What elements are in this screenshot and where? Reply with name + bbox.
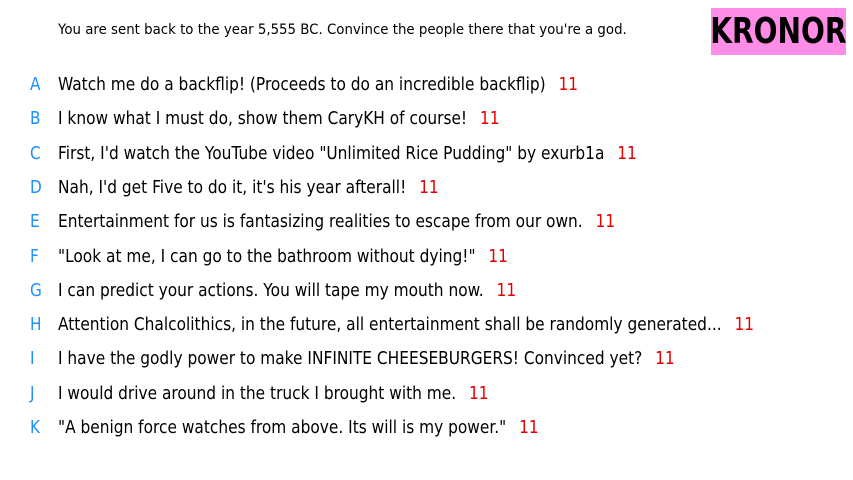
answer-score: 11 [655, 348, 675, 370]
answer-letter: E [30, 211, 40, 233]
answer-letter: A [30, 74, 41, 95]
answer-letter: B [30, 108, 41, 130]
answer-text: "A benign force watches from above. Its … [58, 417, 507, 438]
answer-text: I have the godly power to make INFINITE … [58, 348, 643, 370]
answer-text: I can predict your actions. You will tap… [58, 279, 484, 301]
answer-letter: K [30, 417, 41, 438]
answer-letter: H [30, 314, 42, 336]
answer-score: 11 [617, 142, 637, 164]
answer-row-k: K "A benign force watches from above. It… [0, 413, 853, 443]
answer-score: 11 [519, 417, 539, 438]
answer-score: 11 [595, 211, 616, 233]
answer-row-g: G I can predict your actions. You will t… [0, 276, 853, 306]
answer-score: 11 [488, 245, 508, 267]
prompt-text: You are sent back to the year 5,555 BC. … [58, 22, 627, 38]
answer-row-d: D Nah, I'd get Five to do it, it's his y… [0, 173, 853, 203]
answer-score: 11 [558, 74, 579, 95]
answer-score: 11 [419, 176, 439, 198]
answer-letter: G [30, 279, 42, 301]
answer-row-f: F "Look at me, I can go to the bathroom … [0, 242, 853, 272]
player-name: KRONOR [710, 11, 847, 52]
answer-letter: F [30, 245, 39, 267]
answer-row-e: E Entertainment for us is fantasizing re… [0, 207, 853, 237]
answer-row-b: B I know what I must do, show them CaryK… [0, 104, 853, 134]
answer-row-j: J I would drive around in the truck I br… [0, 379, 853, 409]
answer-text: I know what I must do, show them CaryKH … [58, 108, 468, 130]
answer-score: 11 [734, 314, 755, 336]
answer-row-c: C First, I'd watch the YouTube video "Un… [0, 139, 853, 169]
answer-letter: D [30, 176, 42, 198]
answer-text: Watch me do a backflip! (Proceeds to do … [58, 74, 546, 95]
answer-text: Attention Chalcolithics, in the future, … [58, 314, 722, 336]
answer-score: 11 [468, 382, 489, 404]
answer-letter: C [30, 142, 41, 164]
answer-row-a: A Watch me do a backflip! (Proceeds to d… [0, 70, 853, 100]
answer-row-h: H Attention Chalcolithics, in the future… [0, 310, 853, 340]
answer-text: Entertainment for us is fantasizing real… [58, 211, 583, 233]
answer-text: Nah, I'd get Five to do it, it's his yea… [58, 176, 407, 198]
answer-row-i: I I have the godly power to make INFINIT… [0, 344, 853, 374]
answer-letter: J [30, 382, 35, 404]
answer-letter: I [30, 348, 35, 370]
answer-score: 11 [496, 279, 517, 301]
answer-text: First, I'd watch the YouTube video "Unli… [58, 142, 605, 164]
answer-text: I would drive around in the truck I brou… [58, 382, 457, 404]
answer-text: "Look at me, I can go to the bathroom wi… [58, 245, 476, 267]
answer-score: 11 [479, 108, 500, 130]
player-name-badge: KRONOR [710, 8, 847, 55]
